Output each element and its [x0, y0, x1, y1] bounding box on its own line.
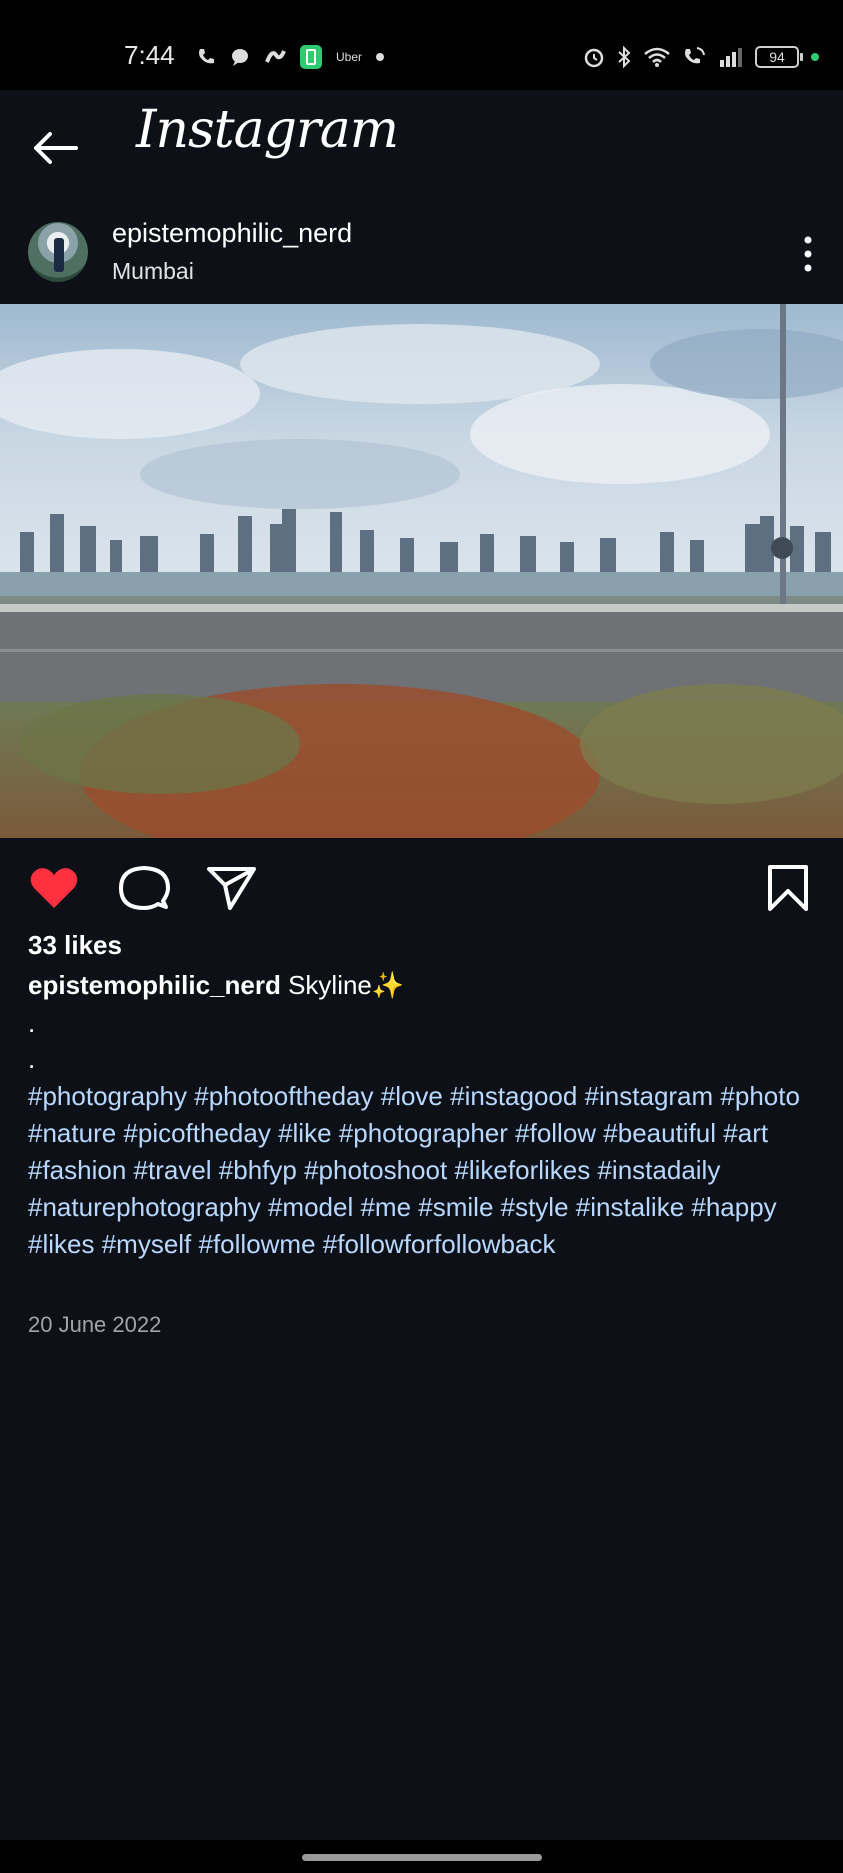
home-indicator[interactable]	[302, 1854, 542, 1861]
instagram-logo: Instagram	[136, 100, 399, 160]
comment-button[interactable]	[118, 864, 170, 912]
arrow-left-icon[interactable]	[32, 130, 78, 166]
wifi-calling-icon	[685, 47, 705, 64]
send-icon	[207, 867, 256, 910]
signal-icon	[720, 48, 742, 67]
call-icon	[199, 49, 214, 64]
uber-notification: Uber	[336, 50, 363, 64]
status-bar: 7:44 Uber 94	[0, 0, 843, 90]
app-logo-icon	[265, 50, 286, 63]
battery-indicator: 94	[755, 46, 803, 68]
navigation-bar	[0, 1840, 843, 1873]
comment-icon	[119, 866, 170, 910]
alarm-icon	[584, 48, 604, 68]
likes-count[interactable]: 33 likes	[28, 930, 122, 961]
post-location[interactable]: Mumbai	[112, 258, 194, 285]
post-username[interactable]: epistemophilic_nerd	[112, 218, 352, 249]
chat-bubble-icon	[232, 49, 248, 66]
avatar[interactable]	[28, 222, 88, 282]
battery-saver-icon	[300, 45, 322, 69]
more-options-icon[interactable]	[803, 234, 813, 274]
heart-icon	[30, 868, 78, 908]
more-notifications-dot	[376, 53, 385, 61]
bookmark-icon	[768, 865, 808, 911]
like-button[interactable]	[28, 864, 80, 912]
caption-text: Skyline✨	[288, 970, 405, 1000]
save-button[interactable]	[762, 864, 814, 912]
post-header: epistemophilic_nerd Mumbai	[0, 212, 843, 304]
post-image[interactable]	[0, 304, 843, 838]
status-time: 7:44	[124, 40, 175, 70]
caption-dot-line: .	[28, 1008, 36, 1038]
caption-hashtags[interactable]: #photography #photooftheday #love #insta…	[28, 1078, 818, 1263]
wifi-icon	[644, 47, 670, 67]
privacy-indicator-dot	[811, 53, 819, 61]
post-caption: epistemophilic_nerd Skyline✨	[28, 970, 404, 1001]
bluetooth-icon	[618, 46, 631, 68]
app-bar: Instagram	[0, 90, 843, 210]
caption-dot-line: .	[28, 1044, 36, 1074]
system-icons: 94	[583, 42, 819, 72]
notification-icons: Uber	[196, 42, 385, 72]
post-date: 20 June 2022	[28, 1312, 162, 1337]
caption-username[interactable]: epistemophilic_nerd	[28, 970, 281, 1000]
share-button[interactable]	[206, 864, 258, 912]
post-actions	[0, 856, 843, 918]
